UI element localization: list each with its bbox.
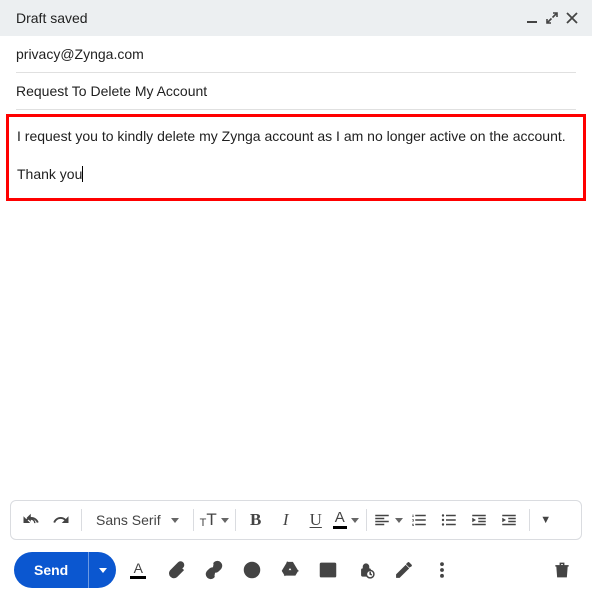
send-button[interactable]: Send [14, 552, 88, 588]
send-group: Send [14, 552, 116, 588]
separator [235, 509, 236, 531]
close-button[interactable] [562, 8, 582, 28]
bulleted-list-button[interactable] [435, 506, 463, 534]
body-line-1: I request you to kindly delete my Zynga … [17, 127, 575, 147]
font-size-select[interactable]: TT [200, 506, 229, 534]
attach-file-button[interactable] [160, 554, 192, 586]
to-field[interactable]: privacy@Zynga.com [16, 36, 576, 73]
separator [366, 509, 367, 531]
more-options-button[interactable] [426, 554, 458, 586]
body-line-2: Thank you [17, 166, 83, 182]
indent-more-button[interactable] [495, 506, 523, 534]
insert-image-button[interactable] [312, 554, 344, 586]
compose-title: Draft saved [16, 10, 522, 26]
numbered-list-button[interactable] [405, 506, 433, 534]
recipient-subject-area: privacy@Zynga.com Request To Delete My A… [0, 36, 592, 110]
separator [529, 509, 530, 531]
insert-signature-button[interactable] [388, 554, 420, 586]
separator [81, 509, 82, 531]
fullscreen-button[interactable] [542, 8, 562, 28]
message-body[interactable]: I request you to kindly delete my Zynga … [6, 114, 586, 201]
formatting-toolbar: Sans Serif TT B I U A ▼ [10, 500, 582, 540]
insert-emoji-button[interactable] [236, 554, 268, 586]
bold-button[interactable]: B [242, 506, 270, 534]
subject-field[interactable]: Request To Delete My Account [16, 73, 576, 110]
align-button[interactable] [373, 506, 403, 534]
text-color-button[interactable]: A [332, 506, 360, 534]
separator [193, 509, 194, 531]
italic-button[interactable]: I [272, 506, 300, 534]
action-bar: Send A [0, 540, 592, 600]
insert-drive-button[interactable] [274, 554, 306, 586]
compose-header: Draft saved [0, 0, 592, 36]
font-family-label: Sans Serif [96, 512, 161, 528]
body-spacer [0, 201, 592, 494]
send-label: Send [34, 562, 68, 578]
indent-less-button[interactable] [465, 506, 493, 534]
confidential-mode-button[interactable] [350, 554, 382, 586]
font-family-select[interactable]: Sans Serif [88, 506, 187, 534]
discard-draft-button[interactable] [546, 554, 578, 586]
more-formatting-button[interactable]: ▼ [536, 506, 556, 534]
send-options-button[interactable] [88, 552, 116, 588]
redo-button[interactable] [47, 506, 75, 534]
insert-link-button[interactable] [198, 554, 230, 586]
minimize-button[interactable] [522, 8, 542, 28]
text-format-toggle[interactable]: A [122, 554, 154, 586]
undo-button[interactable] [17, 506, 45, 534]
underline-button[interactable]: U [302, 506, 330, 534]
